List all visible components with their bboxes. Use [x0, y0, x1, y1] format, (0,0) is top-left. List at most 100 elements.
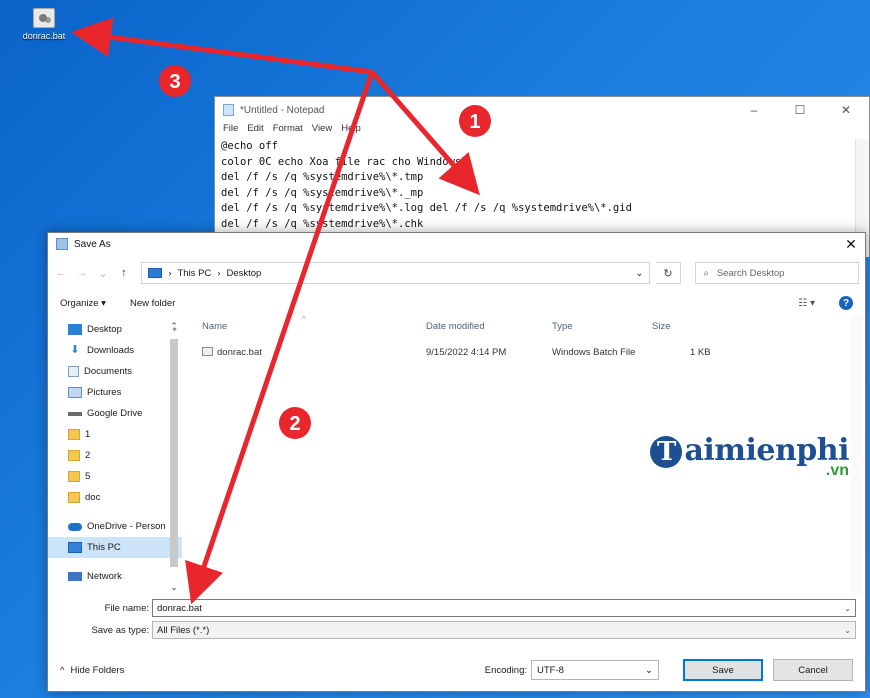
- nav-item-desktop[interactable]: Desktop ✦: [48, 319, 182, 340]
- save-as-dialog: Save As ✕ ← → ⌄ ↑ › This PC › Desktop ⌄ …: [47, 232, 866, 692]
- nav-scrollbar[interactable]: ⌃ ⌄: [168, 319, 180, 593]
- save-button[interactable]: Save: [683, 659, 763, 681]
- dialog-close-button[interactable]: ✕: [837, 236, 865, 253]
- breadcrumb-separator: ›: [217, 267, 221, 279]
- network-icon: [68, 572, 82, 581]
- chevron-down-icon[interactable]: ⌄: [844, 626, 851, 635]
- menu-view[interactable]: View: [312, 123, 332, 139]
- up-arrow-icon[interactable]: ↑: [116, 267, 131, 279]
- downloads-icon: ⬇: [70, 344, 80, 356]
- hide-folders-button[interactable]: Hide Folders: [70, 665, 124, 676]
- column-type[interactable]: Type: [552, 321, 573, 332]
- column-date-modified[interactable]: Date modified: [426, 321, 485, 332]
- view-options-icon[interactable]: ☷ ▾: [798, 298, 815, 309]
- notepad-titlebar: *Untitled - Notepad – ☐ ✕: [215, 97, 869, 123]
- scroll-up-icon[interactable]: ⌃: [168, 321, 180, 332]
- sort-indicator-icon: ^: [302, 315, 306, 324]
- recent-chevron-icon[interactable]: ⌄: [96, 267, 111, 280]
- onedrive-icon: [68, 522, 82, 531]
- breadcrumb-desktop[interactable]: Desktop: [226, 268, 261, 279]
- search-input[interactable]: ⌕ Search Desktop: [694, 262, 859, 284]
- logo-text: aimienphi: [684, 433, 849, 468]
- nav-item-downloads[interactable]: ⬇ Downloads ✦: [48, 340, 182, 361]
- maximize-button[interactable]: ☐: [777, 103, 823, 117]
- save-as-icon: [56, 238, 68, 250]
- back-arrow-icon[interactable]: ←: [54, 267, 69, 279]
- file-list-scrollbar[interactable]: [851, 315, 863, 595]
- breadcrumb-this-pc[interactable]: This PC: [177, 268, 211, 279]
- help-icon[interactable]: ?: [839, 296, 853, 310]
- notepad-title: *Untitled - Notepad: [240, 104, 325, 116]
- column-name[interactable]: Name: [202, 321, 227, 332]
- nav-item-onedrive[interactable]: OneDrive - Person: [48, 516, 182, 537]
- encoding-label: Encoding:: [484, 664, 527, 676]
- address-bar[interactable]: › This PC › Desktop ⌄: [141, 262, 651, 284]
- file-name-label: File name:: [104, 602, 149, 614]
- chevron-down-icon[interactable]: ⌄: [844, 604, 851, 613]
- file-name-cell: donrac.bat: [202, 347, 262, 358]
- nav-label: Documents: [84, 366, 133, 377]
- batch-file-icon: [202, 347, 213, 356]
- nav-item-folder-2[interactable]: 2: [48, 445, 182, 466]
- menu-edit[interactable]: Edit: [247, 123, 263, 139]
- batch-file-icon: [33, 8, 55, 28]
- chevron-down-icon: ⌄: [645, 664, 653, 676]
- menu-file[interactable]: File: [223, 123, 238, 139]
- hide-folders-chevron-icon[interactable]: ^: [60, 665, 64, 676]
- desktop-icon: [68, 324, 82, 335]
- notepad-text-area[interactable]: @echo off color 0C echo Xoa file rac cho …: [215, 139, 869, 232]
- nav-label: Google Drive: [87, 408, 143, 419]
- nav-item-documents[interactable]: Documents ✦: [48, 361, 182, 382]
- minimize-button[interactable]: –: [731, 103, 777, 117]
- forward-arrow-icon[interactable]: →: [75, 267, 90, 279]
- address-dropdown-icon[interactable]: ⌄: [635, 268, 643, 279]
- folder-icon: [68, 450, 80, 461]
- nav-item-pictures[interactable]: Pictures ✦: [48, 382, 182, 403]
- file-name: donrac.bat: [217, 347, 262, 358]
- folder-icon: [68, 429, 80, 440]
- nav-label: This PC: [87, 542, 121, 553]
- menu-help[interactable]: Help: [341, 123, 361, 139]
- notepad-menubar: File Edit Format View Help: [215, 123, 869, 139]
- this-pc-icon: [148, 268, 163, 278]
- scroll-down-icon[interactable]: ⌄: [168, 582, 180, 593]
- pictures-icon: [68, 387, 82, 398]
- watermark-logo: Taimienphi .vn: [650, 433, 849, 480]
- desktop-file-icon[interactable]: donrac.bat: [14, 8, 74, 41]
- nav-item-folder-5[interactable]: 5: [48, 466, 182, 487]
- encoding-value: UTF-8: [537, 664, 564, 676]
- organize-button[interactable]: Organize ▾: [60, 298, 106, 309]
- nav-item-google-drive[interactable]: Google Drive ✦: [48, 403, 182, 424]
- nav-label: 1: [85, 429, 91, 440]
- column-headers: ^ Name Date modified Type Size: [192, 315, 865, 337]
- nav-item-network[interactable]: Network: [48, 566, 182, 587]
- nav-item-folder-doc[interactable]: doc: [48, 487, 182, 508]
- save-type-select[interactable]: All Files (*.*) ⌄: [152, 621, 856, 639]
- nav-item-this-pc[interactable]: This PC: [48, 537, 182, 558]
- logo-initial: T: [650, 436, 683, 468]
- folder-icon: [68, 471, 80, 482]
- file-name-value: donrac.bat: [157, 602, 202, 614]
- nav-item-folder-1[interactable]: 1: [48, 424, 182, 445]
- save-form: File name: donrac.bat ⌄ Save as type: Al…: [48, 597, 865, 641]
- close-button[interactable]: ✕: [823, 103, 869, 117]
- nav-label: Network: [87, 571, 122, 582]
- encoding-select[interactable]: UTF-8 ⌄: [531, 660, 659, 680]
- column-size[interactable]: Size: [652, 321, 670, 332]
- folder-icon: [68, 492, 80, 503]
- cancel-button[interactable]: Cancel: [773, 659, 853, 681]
- this-pc-icon: [68, 542, 82, 553]
- file-date: 9/15/2022 4:14 PM: [426, 347, 507, 358]
- scroll-thumb[interactable]: [170, 339, 178, 567]
- menu-format[interactable]: Format: [273, 123, 303, 139]
- file-name-field[interactable]: donrac.bat ⌄: [152, 599, 856, 617]
- new-folder-button[interactable]: New folder: [130, 298, 175, 309]
- refresh-icon[interactable]: ↻: [656, 262, 681, 284]
- text-line: del /f /s /q %systemdrive%\*.tmp: [221, 171, 424, 183]
- file-name-row: File name: donrac.bat ⌄: [48, 597, 865, 619]
- nav-label: doc: [85, 492, 101, 503]
- file-row[interactable]: donrac.bat 9/15/2022 4:14 PM Windows Bat…: [192, 345, 865, 361]
- text-line: del /f /s /q %systemdrive%\*.chk: [221, 217, 424, 230]
- navigation-bar: ← → ⌄ ↑ › This PC › Desktop ⌄ ↻ ⌕ Search…: [48, 255, 865, 291]
- text-line: del /f /s /q %systemdrive%\*.log del /f …: [221, 202, 632, 214]
